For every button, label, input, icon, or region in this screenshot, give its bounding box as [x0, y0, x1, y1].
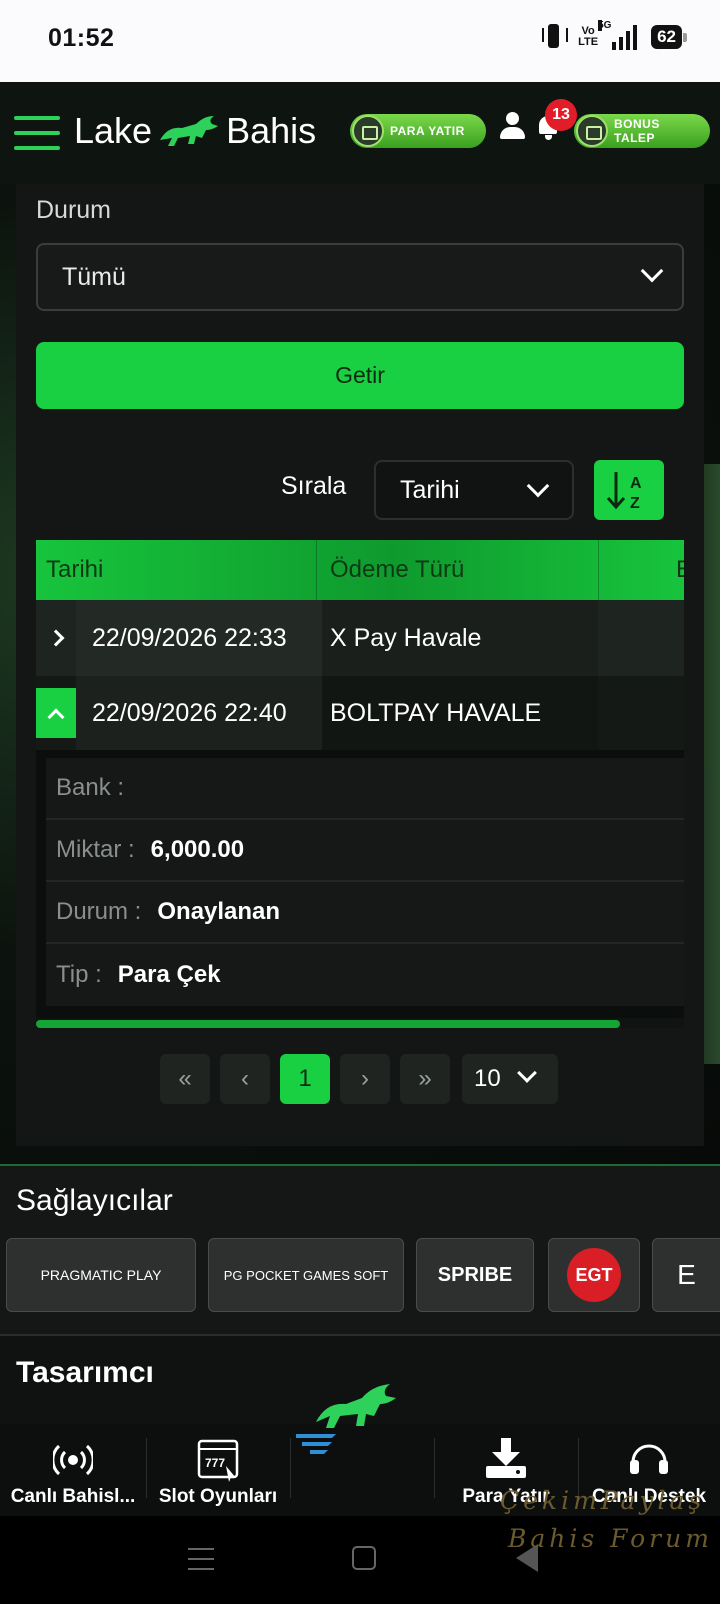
table-header: Tarihi Ödeme Türü E	[36, 540, 684, 600]
column-header-date[interactable]: Tarihi	[46, 556, 103, 584]
provider-pg-soft[interactable]: PG POCKET GAMES SOFT	[208, 1238, 404, 1312]
nav-slot-games[interactable]: 777 Slot Oyunları	[146, 1424, 290, 1516]
transactions-table: Tarihi Ödeme Türü E 22/09/2026 22:33 X P…	[36, 540, 684, 1028]
sort-az-icon: A Z	[606, 472, 642, 512]
battery-icon: 62	[651, 25, 687, 49]
recent-apps-icon[interactable]	[188, 1548, 214, 1570]
nav-live-betting[interactable]: Canlı Bahisl...	[0, 1424, 146, 1516]
provider-egt[interactable]: EGT	[548, 1238, 640, 1312]
providers-title: Sağlayıcılar	[16, 1184, 173, 1217]
detail-amount: Miktar : 6,000.00	[46, 820, 684, 882]
detail-type: Tip : Para Çek	[46, 944, 684, 1006]
vibrate-icon	[542, 22, 569, 52]
sort-direction-button[interactable]: A Z	[594, 460, 664, 520]
gift-icon	[576, 115, 608, 147]
row-date: 22/09/2026 22:40	[92, 698, 287, 727]
chevron-down-icon	[526, 474, 550, 498]
app-header: Lake Bahis PARA YATIR 13 BONUS TALEP	[0, 82, 720, 184]
sort-select[interactable]: Tarihi	[374, 460, 574, 520]
detail-status: Durum : Onaylanan	[46, 882, 684, 944]
download-icon	[486, 1438, 526, 1478]
page-size-value: 10	[474, 1065, 501, 1092]
status-time: 01:52	[48, 24, 115, 52]
svg-text:A: A	[630, 475, 642, 492]
deposit-button[interactable]: PARA YATIR	[350, 114, 486, 148]
logo-bull-icon	[296, 1384, 396, 1454]
deposit-button-label: PARA YATIR	[390, 124, 465, 138]
expand-row-button[interactable]	[36, 608, 76, 668]
status-filter-label: Durum	[36, 196, 112, 224]
headset-icon	[630, 1444, 668, 1474]
row-payment-type: X Pay Havale	[330, 623, 482, 652]
bonus-request-button[interactable]: BONUS TALEP	[574, 114, 710, 148]
wallet-icon	[352, 115, 384, 147]
prev-page-button[interactable]: ‹	[220, 1054, 270, 1104]
svg-text:777: 777	[205, 1456, 225, 1470]
sort-label: Sırala	[281, 472, 347, 500]
bonus-button-label: BONUS TALEP	[614, 117, 660, 145]
provider-pragmatic-play[interactable]: PRAGMATIC PLAY	[6, 1238, 196, 1312]
collapse-row-button[interactable]	[36, 688, 76, 738]
row-payment-type: BOLTPAY HAVALE	[330, 698, 542, 727]
designer-title: Tasarımcı	[16, 1356, 154, 1389]
current-page-button[interactable]: 1	[280, 1054, 330, 1104]
page-size-select[interactable]: 10	[462, 1054, 558, 1104]
status-filter-value: Tümü	[62, 262, 126, 291]
provider-spribe[interactable]: SPRIBE	[416, 1238, 534, 1312]
live-broadcast-icon	[53, 1444, 93, 1476]
logo-text-left: Lake	[74, 110, 153, 151]
next-page-button[interactable]: ›	[340, 1054, 390, 1104]
table-horizontal-scrollbar[interactable]	[36, 1018, 684, 1028]
row-details: Bank : Miktar : 6,000.00 Durum : Onaylan…	[36, 750, 684, 1018]
volte-icon: Vo LTE	[578, 25, 599, 48]
status-system-icons: Vo LTE 5G 62	[542, 20, 687, 52]
signal-icon: 5G	[598, 20, 638, 50]
fetch-button[interactable]: Getir	[36, 342, 684, 409]
nav-label: Slot Oyunları	[158, 1486, 278, 1507]
slot-machine-icon: 777	[197, 1439, 239, 1482]
column-header-payment-type[interactable]: Ödeme Türü	[330, 556, 464, 584]
chevron-right-icon	[47, 629, 65, 647]
nav-label: Canlı Bahisl...	[10, 1486, 136, 1507]
battery-level: 62	[657, 27, 676, 46]
chevron-up-icon	[47, 708, 65, 726]
last-page-button[interactable]: »	[400, 1054, 450, 1104]
menu-icon[interactable]	[14, 116, 60, 152]
site-logo[interactable]: Lake Bahis	[74, 110, 316, 152]
network-type: 5G	[598, 20, 612, 31]
chevron-down-icon	[517, 1063, 537, 1083]
status-filter-select[interactable]: Tümü	[36, 243, 684, 311]
watermark-line-1: ÇekimPaylaş	[500, 1486, 706, 1515]
user-icon[interactable]	[498, 112, 526, 144]
chevron-down-icon	[640, 259, 664, 283]
table-row[interactable]: 22/09/2026 22:33 X Pay Havale	[36, 600, 684, 676]
first-page-button[interactable]: «	[160, 1054, 210, 1104]
home-icon[interactable]	[352, 1546, 376, 1570]
sort-select-value: Tarihi	[400, 475, 460, 504]
row-date: 22/09/2026 22:33	[92, 623, 287, 652]
svg-text:Z: Z	[630, 495, 640, 512]
provider-partial[interactable]: E	[652, 1238, 720, 1312]
nav-home-logo[interactable]	[290, 1384, 434, 1516]
logo-text-right: Bahis	[226, 110, 317, 151]
watermark-line-2: Bahis Forum	[508, 1524, 713, 1553]
table-row[interactable]: 22/09/2026 22:40 BOLTPAY HAVALE	[36, 676, 684, 750]
bull-logo-icon	[160, 116, 219, 146]
status-bar: 01:52 Vo LTE 5G 62	[0, 0, 720, 82]
notification-badge: 13	[545, 99, 577, 131]
column-header-extra[interactable]: E	[676, 556, 684, 584]
detail-bank: Bank :	[46, 758, 684, 820]
